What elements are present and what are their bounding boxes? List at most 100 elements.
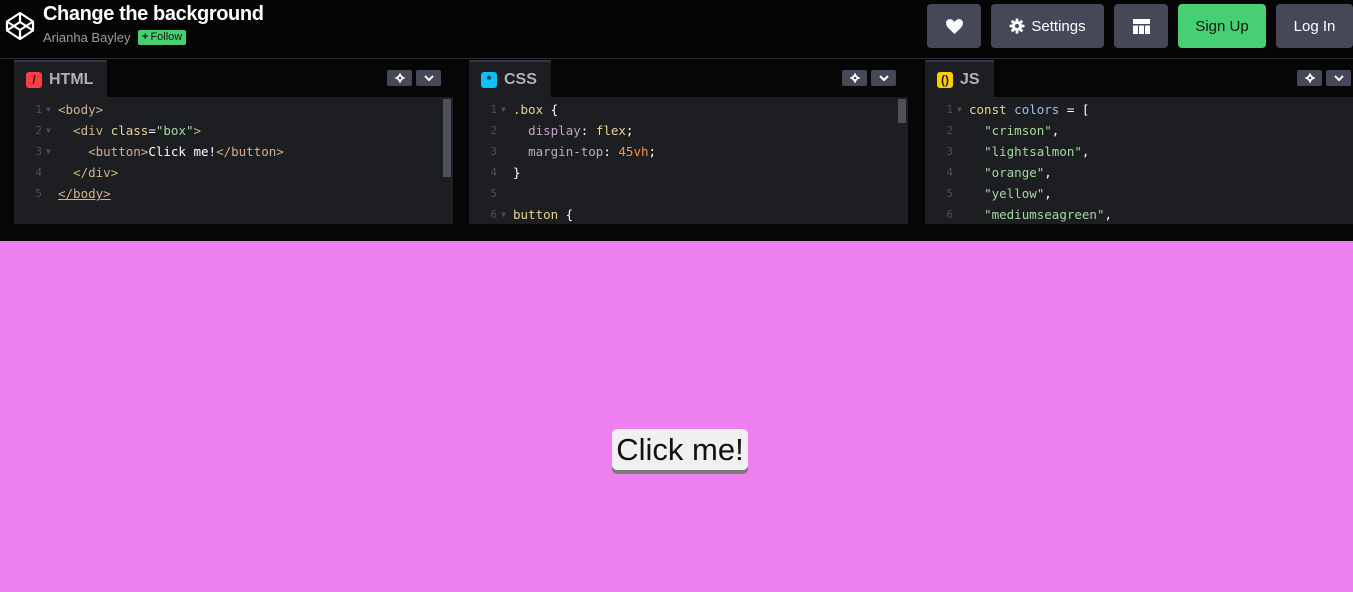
html-collapse-button[interactable]	[416, 70, 441, 86]
line-number: 1	[35, 103, 42, 116]
code-text: </div>	[73, 165, 119, 180]
html-editor-header: / HTML	[14, 59, 453, 98]
code-text: "lightsalmon",	[984, 144, 1090, 159]
html-code[interactable]: 1 ▼ <body> 2 ▼ <div class="box"> 3 ▼ <button…	[14, 99, 453, 204]
code-text: <button>Click me!</button>	[88, 144, 284, 159]
top-bar: Change the background Arianha Bayley + Fo…	[0, 0, 1353, 58]
css-editor: * CSS 1 ▼ .box { 2 display: flex; 3 margin…	[469, 59, 908, 225]
line-number: 3	[490, 145, 497, 158]
codepen-logo-icon[interactable]	[4, 10, 36, 42]
js-settings-button[interactable]	[1297, 70, 1322, 86]
line-number: 4	[946, 166, 953, 179]
html-settings-button[interactable]	[387, 70, 412, 86]
pen-title[interactable]: Change the background	[43, 3, 264, 26]
code-line: 2 "crimson",	[925, 120, 1353, 141]
line-number: 4	[35, 166, 42, 179]
code-line: 5 "yellow",	[925, 183, 1353, 204]
code-line: 1 ▼ <body>	[14, 99, 453, 120]
heart-button[interactable]	[927, 4, 981, 48]
code-line: 2 ▼ <div class="box">	[14, 120, 453, 141]
line-number: 5	[490, 187, 497, 200]
code-line: 1 ▼ const colors = [	[925, 99, 1353, 120]
css-scrollbar[interactable]	[898, 99, 906, 123]
layout-icon	[1132, 18, 1150, 34]
code-text: .box {	[513, 102, 559, 117]
line-number: 2	[946, 124, 953, 137]
fold-arrow-icon[interactable]: ▼	[46, 141, 51, 162]
css-editor-header: * CSS	[469, 59, 908, 98]
chevron-down-icon	[878, 74, 889, 81]
gear-icon	[1009, 18, 1025, 34]
code-text: margin-top: 45vh;	[528, 144, 657, 159]
line-number: 6	[946, 208, 953, 221]
editor-panels: / HTML 1 ▼ <body> 2 ▼ <div class="box"> 3 ▼ …	[0, 58, 1353, 225]
fold-arrow-icon[interactable]: ▼	[501, 204, 506, 225]
heart-icon	[945, 18, 963, 34]
js-editor-header: () JS	[925, 59, 1353, 98]
fold-arrow-icon[interactable]: ▼	[501, 99, 506, 120]
code-line: 1 ▼ .box {	[469, 99, 908, 120]
resize-divider[interactable]	[0, 224, 1353, 241]
fold-arrow-icon[interactable]: ▼	[46, 99, 51, 120]
code-text: const colors = [	[969, 102, 1090, 117]
gear-icon	[394, 73, 405, 83]
code-text: "crimson",	[984, 123, 1060, 138]
code-text: <div class="box">	[73, 123, 202, 138]
code-text: button {	[513, 207, 574, 222]
css-collapse-button[interactable]	[871, 70, 896, 86]
code-text: display: flex;	[528, 123, 634, 138]
line-number: 1	[946, 103, 953, 116]
code-line: 4 </div>	[14, 162, 453, 183]
js-collapse-button[interactable]	[1326, 70, 1351, 86]
sign-up-button[interactable]: Sign Up	[1178, 4, 1266, 48]
css-tab-label: CSS	[504, 71, 537, 88]
js-tab-label: JS	[960, 71, 980, 88]
html-tab[interactable]: / HTML	[14, 60, 108, 98]
code-line: 5 </body>	[14, 183, 453, 204]
gear-icon	[849, 73, 860, 83]
js-badge-icon: ()	[937, 72, 953, 88]
code-line: 5	[469, 183, 908, 204]
click-me-button[interactable]: Click me!	[612, 429, 748, 470]
chevron-down-icon	[423, 74, 434, 81]
line-number: 2	[35, 124, 42, 137]
code-text: "orange",	[984, 165, 1052, 180]
html-scrollbar[interactable]	[443, 99, 451, 177]
js-tab[interactable]: () JS	[925, 60, 994, 98]
line-number: 4	[490, 166, 497, 179]
follow-button[interactable]: + Follow	[138, 30, 187, 45]
js-code[interactable]: 1 ▼ const colors = [ 2 "crimson", 3 "light…	[925, 99, 1353, 225]
code-line: 3 ▼ <button>Click me!</button>	[14, 141, 453, 162]
css-code[interactable]: 1 ▼ .box { 2 display: flex; 3 margin-top: …	[469, 99, 908, 225]
result-preview: Click me!	[0, 241, 1353, 592]
line-number: 3	[946, 145, 953, 158]
line-number: 5	[946, 187, 953, 200]
fold-arrow-icon[interactable]: ▼	[46, 120, 51, 141]
html-badge-icon: /	[26, 72, 42, 88]
chevron-down-icon	[1333, 74, 1344, 81]
log-in-button[interactable]: Log In	[1276, 4, 1353, 48]
line-number: 1	[490, 103, 497, 116]
code-line: 3 "lightsalmon",	[925, 141, 1353, 162]
change-view-button[interactable]	[1114, 4, 1168, 48]
follow-label: Follow	[150, 31, 183, 43]
code-line: 4}	[469, 162, 908, 183]
code-text: }	[513, 165, 521, 180]
code-text: <body>	[58, 102, 104, 117]
css-tab[interactable]: * CSS	[469, 60, 551, 98]
html-editor: / HTML 1 ▼ <body> 2 ▼ <div class="box"> 3 ▼ …	[14, 59, 453, 225]
gear-icon	[1304, 73, 1315, 83]
line-number: 2	[490, 124, 497, 137]
settings-button[interactable]: Settings	[991, 4, 1104, 48]
author-name[interactable]: Arianha Bayley	[43, 30, 130, 45]
plus-icon: +	[142, 31, 149, 43]
line-number: 3	[35, 145, 42, 158]
fold-arrow-icon[interactable]: ▼	[957, 99, 962, 120]
code-text: "mediumseagreen",	[984, 207, 1113, 222]
code-line: 6 ▼ button {	[469, 204, 908, 225]
line-number: 5	[35, 187, 42, 200]
css-settings-button[interactable]	[842, 70, 867, 86]
css-badge-icon: *	[481, 72, 497, 88]
code-line: 4 "orange",	[925, 162, 1353, 183]
line-number: 6	[490, 208, 497, 221]
